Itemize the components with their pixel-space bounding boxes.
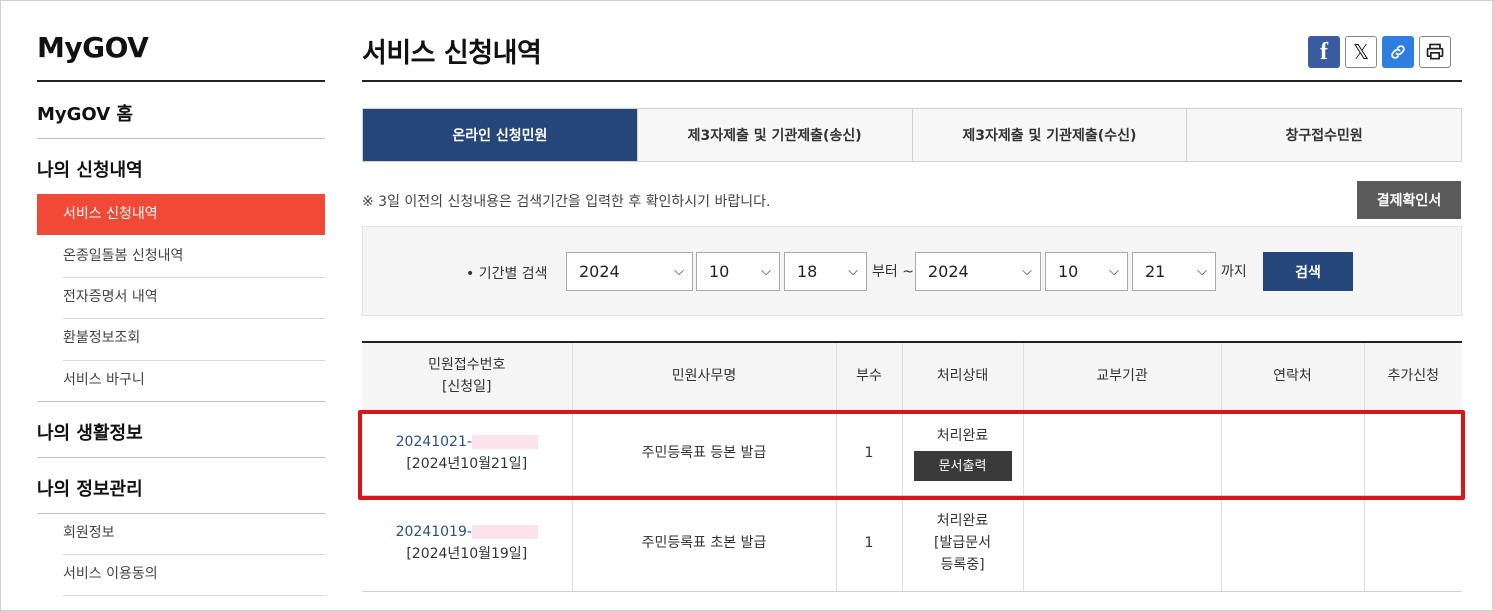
agency-cell: [1023, 410, 1222, 496]
status-cell: 처리완료 문서출력: [902, 410, 1024, 496]
status-note-line2: 등록중]: [940, 557, 985, 573]
tab-online-applications[interactable]: 온라인 신청민원: [363, 109, 638, 161]
status-note-line1: [발급문서: [934, 535, 991, 551]
chevron-down-icon: ⌵: [761, 264, 771, 279]
status-text: 처리완료: [936, 513, 989, 529]
to-text: 까지: [1221, 264, 1247, 280]
to-month-value: 10: [1058, 262, 1079, 281]
header-service-name: 민원사무명: [572, 341, 837, 411]
sidebar-divider: [37, 457, 325, 458]
from-month-select[interactable]: 10 ⌵: [696, 252, 780, 291]
table-row: 20241021- [2024년10월21일] 주민등록표 등본 발급 1 처리…: [362, 410, 1462, 496]
search-button[interactable]: 검색: [1263, 252, 1353, 291]
receipt-cell: 20241019- [2024년10월19일]: [362, 495, 573, 592]
application-date: [2024년10월21일]: [406, 455, 528, 472]
status-cell: 처리완료 [발급문서 등록중]: [902, 495, 1024, 592]
table-header-row: 민원접수번호 [신청일] 민원사무명 부수 처리상태 교부기관 연락처 추가신청: [362, 341, 1462, 411]
sidebar-section-info-management[interactable]: 나의 정보관리: [37, 475, 325, 501]
sidebar-item-home[interactable]: MyGOV 홈: [37, 100, 325, 126]
header-issuing-agency: 교부기관: [1023, 341, 1222, 411]
header-status: 처리상태: [902, 341, 1024, 411]
header-receipt-line1: 민원접수번호: [428, 357, 506, 374]
chevron-down-icon: ⌵: [1022, 264, 1032, 279]
sidebar-item-refund-info[interactable]: 환불정보조회: [37, 318, 325, 359]
chevron-down-icon: ⌵: [1109, 264, 1119, 279]
contact-cell: [1221, 495, 1365, 592]
tab-counter-applications[interactable]: 창구접수민원: [1187, 109, 1461, 161]
tab-third-party-received[interactable]: 제3자제출 및 기관제출(수신): [912, 109, 1188, 161]
contact-cell: [1221, 410, 1365, 496]
sidebar-divider: [37, 401, 325, 402]
sidebar: MyGOV MyGOV 홈 나의 신청내역 서비스 신청내역 온종일돌봄 신청내…: [37, 1, 325, 610]
agency-cell: [1023, 495, 1222, 592]
header-contact: 연락처: [1221, 341, 1365, 411]
print-icon[interactable]: [1419, 36, 1451, 68]
sidebar-item-service-basket[interactable]: 서비스 바구니: [37, 360, 325, 401]
from-year-select[interactable]: 2024 ⌵: [566, 252, 693, 291]
to-year-value: 2024: [928, 262, 969, 281]
applications-table: 민원접수번호 [신청일] 민원사무명 부수 처리상태 교부기관 연락처 추가신청…: [362, 341, 1462, 592]
from-month-value: 10: [709, 262, 730, 281]
table-row: 20241019- [2024년10월19일] 주민등록표 초본 발급 1 처리…: [362, 495, 1462, 592]
sidebar-item-member-info[interactable]: 회원정보: [37, 513, 325, 554]
from-day-select[interactable]: 18 ⌵: [784, 252, 867, 291]
from-day-value: 18: [797, 262, 818, 281]
application-date: [2024년10월19일]: [406, 546, 528, 562]
chevron-down-icon: ⌵: [1197, 264, 1207, 279]
period-search-label: • 기간별 검색: [466, 266, 548, 282]
search-panel: • 기간별 검색 2024 ⌵ 10 ⌵ 18 ⌵ 부터 ~ 2024 ⌵ 10…: [362, 226, 1462, 316]
brand-title[interactable]: MyGOV: [37, 31, 149, 64]
copies-cell: 1: [836, 410, 903, 496]
sidebar-subdivider: [63, 595, 325, 596]
service-name-cell: 주민등록표 초본 발급: [572, 495, 837, 592]
page-frame: MyGOV MyGOV 홈 나의 신청내역 서비스 신청내역 온종일돌봄 신청내…: [0, 0, 1493, 611]
sidebar-item-service-consent[interactable]: 서비스 이용동의: [37, 554, 325, 595]
payment-confirmation-button[interactable]: 결제확인서: [1357, 181, 1461, 219]
service-name-cell: 주민등록표 등본 발급: [572, 410, 837, 496]
header-receipt-number: 민원접수번호 [신청일]: [362, 341, 573, 411]
additional-request-cell: [1364, 495, 1462, 592]
masked-receipt-suffix: [471, 434, 538, 449]
to-day-select[interactable]: 21 ⌵: [1132, 252, 1216, 291]
receipt-number-link[interactable]: 20241019-: [396, 524, 472, 540]
tab-bar: 온라인 신청민원 제3자제출 및 기관제출(송신) 제3자제출 및 기관제출(수…: [362, 108, 1462, 162]
chevron-down-icon: ⌵: [848, 264, 858, 279]
masked-receipt-suffix: [471, 525, 538, 539]
to-day-value: 21: [1145, 262, 1166, 281]
status-text: 처리완료: [936, 427, 989, 444]
sidebar-item-all-day-care[interactable]: 온종일돌봄 신청내역: [37, 236, 325, 277]
main-content: 서비스 신청내역 f 𝕏 온라인 신청민원 제3자제출 및 기관제출(송신) 제…: [362, 1, 1462, 610]
from-year-value: 2024: [579, 262, 620, 281]
link-copy-icon[interactable]: [1382, 36, 1414, 68]
title-divider: [362, 80, 1462, 82]
sidebar-item-service-applications[interactable]: 서비스 신청내역: [37, 194, 325, 235]
to-month-select[interactable]: 10 ⌵: [1045, 252, 1128, 291]
brand-divider: [37, 80, 325, 82]
sidebar-divider: [37, 138, 325, 139]
sidebar-item-e-certificates[interactable]: 전자증명서 내역: [37, 277, 325, 318]
chevron-down-icon: ⌵: [674, 264, 684, 279]
from-text: 부터 ~: [872, 264, 914, 280]
x-share-icon[interactable]: 𝕏: [1345, 36, 1377, 68]
sidebar-section-life-info[interactable]: 나의 생활정보: [37, 419, 325, 445]
header-receipt-line2: [신청일]: [441, 379, 492, 396]
copies-cell: 1: [836, 495, 903, 592]
search-notice: ※ 3일 이전의 신청내용은 검색기간을 입력한 후 확인하시기 바랍니다.: [362, 194, 771, 210]
facebook-share-icon[interactable]: f: [1308, 36, 1340, 68]
print-document-button[interactable]: 문서출력: [913, 450, 1012, 481]
page-title: 서비스 신청내역: [362, 38, 542, 69]
header-additional-request: 추가신청: [1364, 341, 1462, 411]
receipt-number-link[interactable]: 20241021-: [396, 434, 472, 450]
sidebar-section-applications[interactable]: 나의 신청내역: [37, 156, 325, 182]
header-copies: 부수: [836, 341, 903, 411]
receipt-cell: 20241021- [2024년10월21일]: [362, 410, 573, 496]
additional-request-cell: [1364, 410, 1462, 496]
tab-third-party-sent[interactable]: 제3자제출 및 기관제출(송신): [637, 109, 913, 161]
to-year-select[interactable]: 2024 ⌵: [915, 252, 1041, 291]
